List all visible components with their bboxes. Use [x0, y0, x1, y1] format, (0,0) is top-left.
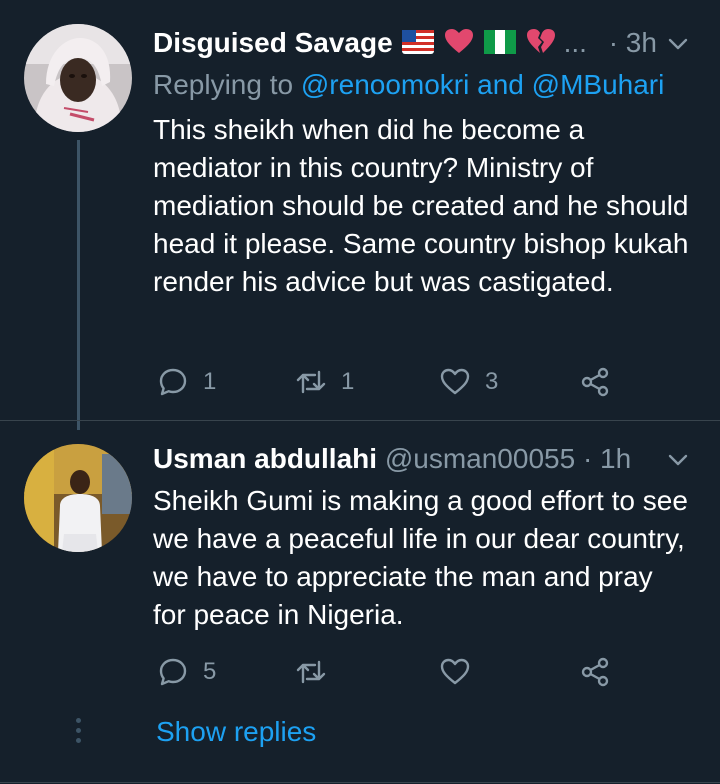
share-button[interactable]	[579, 652, 611, 692]
retweet-button[interactable]: 1	[295, 362, 354, 402]
display-name[interactable]: Usman abdullahi	[153, 443, 377, 474]
reply-count: 5	[203, 658, 217, 685]
ellipsis: ...	[563, 27, 587, 58]
retweet-count: 1	[341, 368, 355, 395]
avatar[interactable]	[24, 444, 132, 552]
retweet-button[interactable]	[295, 652, 327, 692]
avatar[interactable]	[24, 24, 132, 132]
reply-button[interactable]: 5	[157, 652, 216, 692]
like-count: 3	[485, 368, 499, 395]
thread-continuation-dots	[76, 718, 81, 748]
reply-count: 1	[203, 368, 217, 395]
us-flag-icon	[402, 28, 435, 62]
reply-icon	[159, 658, 187, 686]
replying-to: Replying to @renoomokri and @MBuhari	[153, 68, 664, 102]
tweet-header: Usman abdullahi @usman00055 · 1h	[153, 442, 631, 476]
reply-icon	[159, 368, 187, 396]
replying-to-label: Replying to	[153, 69, 294, 100]
tweet-text: This sheikh when did he become a mediato…	[153, 114, 689, 297]
tweet-2[interactable]: Usman abdullahi @usman00055 · 1h Sheikh …	[0, 420, 720, 784]
like-icon	[440, 658, 470, 685]
broken-heart-icon	[526, 28, 556, 62]
tweet-header: Disguised Savage ... · 3h	[153, 26, 657, 62]
share-icon	[581, 657, 609, 687]
mention-link[interactable]: @renoomokri	[301, 69, 469, 100]
tweet-actions: 1 1 3	[153, 362, 633, 402]
like-button[interactable]	[439, 652, 471, 692]
thread-line	[77, 140, 80, 430]
reply-button[interactable]: 1	[157, 362, 216, 402]
username[interactable]: @usman00055	[385, 443, 575, 474]
tweet-actions: 5	[153, 652, 633, 692]
chevron-down-icon[interactable]	[666, 32, 690, 56]
tweet-1[interactable]: Disguised Savage ... · 3h Replying to @r…	[0, 0, 720, 430]
tweet-text: Sheikh Gumi is making a good effort to s…	[153, 485, 688, 630]
retweet-icon	[296, 660, 326, 684]
divider	[0, 782, 720, 783]
mention-link[interactable]: @MBuhari	[532, 69, 665, 100]
timestamp[interactable]: · 1h	[583, 443, 631, 474]
ng-flag-icon	[484, 28, 516, 62]
retweet-icon	[296, 370, 326, 394]
replying-and: and	[477, 69, 524, 100]
share-icon	[581, 367, 609, 397]
like-button[interactable]: 3	[439, 362, 498, 402]
like-icon	[440, 368, 470, 395]
share-button[interactable]	[579, 362, 611, 402]
heart-icon	[444, 28, 474, 62]
timestamp[interactable]: · 3h	[609, 27, 657, 58]
show-replies-link[interactable]: Show replies	[156, 716, 316, 748]
chevron-down-icon[interactable]	[666, 448, 690, 472]
display-name[interactable]: Disguised Savage	[153, 27, 393, 58]
